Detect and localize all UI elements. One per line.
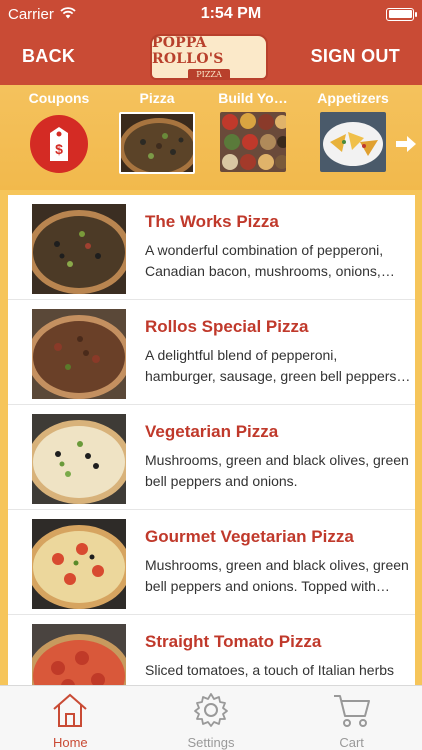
category-coupons[interactable]: Coupons $: [14, 85, 104, 190]
status-bar: Carrier 1:54 PM: [0, 0, 422, 28]
app-logo: POPPA ROLLO'S PIZZA: [150, 34, 268, 80]
carrier-label: Carrier: [8, 5, 54, 23]
list-item[interactable]: Straight Tomato Pizza Sliced tomatoes, a…: [8, 615, 415, 685]
logo-title: POPPA ROLLO'S: [152, 34, 224, 67]
category-appetizers[interactable]: Appetizers: [308, 85, 398, 190]
tab-label: Settings: [187, 735, 235, 750]
list-item[interactable]: Vegetarian Pizza Mushrooms, green and bl…: [8, 405, 415, 510]
item-description: Mushrooms, green and black olives, green…: [145, 452, 409, 489]
tab-label: Cart: [339, 735, 364, 750]
sign-out-button[interactable]: SIGN OUT: [311, 46, 400, 67]
gear-icon: [193, 692, 229, 733]
tab-home[interactable]: Home: [10, 686, 130, 750]
list-item[interactable]: Rollos Special Pizza A delightful blend …: [8, 300, 415, 405]
cart-icon: [332, 692, 372, 733]
item-description: A delightful blend of pepperoni, hamburg…: [145, 347, 401, 384]
category-label: Appetizers: [317, 90, 389, 106]
item-description: Mushrooms, green and black olives, green…: [145, 557, 409, 594]
item-title: Gourmet Vegetarian Pizza: [145, 527, 354, 546]
tab-cart[interactable]: Cart: [292, 686, 412, 750]
item-description: A wonderful combination of pepperoni, Ca…: [145, 242, 384, 279]
appetizers-thumbnail: [320, 112, 386, 172]
category-pizza[interactable]: Pizza: [112, 85, 202, 190]
back-button[interactable]: BACK: [22, 46, 75, 67]
tab-bar: Home Settings Cart: [0, 685, 422, 750]
list-item[interactable]: Gourmet Vegetarian Pizza Mushrooms, gree…: [8, 510, 415, 615]
category-label: Coupons: [28, 90, 90, 106]
category-label: Build Yo…: [218, 90, 288, 106]
item-title: Vegetarian Pizza: [145, 422, 279, 441]
item-title: The Works Pizza: [145, 212, 279, 231]
battery-icon: [386, 7, 417, 21]
svg-text:$: $: [55, 141, 63, 157]
toppings-thumbnail: [220, 112, 286, 172]
category-strip: Coupons $ Pizza Build Yo… Appetizers: [0, 85, 422, 190]
item-title: Straight Tomato Pizza: [145, 632, 322, 651]
item-image: [32, 309, 126, 399]
item-image: [32, 624, 126, 685]
nav-bar: BACK POPPA ROLLO'S PIZZA SIGN OUT: [0, 28, 422, 85]
pizza-thumbnail: [119, 112, 195, 174]
item-title: Rollos Special Pizza: [145, 317, 309, 336]
arrow-right-icon[interactable]: [396, 135, 416, 158]
status-time: 1:54 PM: [200, 5, 262, 22]
tab-settings[interactable]: Settings: [151, 686, 271, 750]
item-image: [32, 204, 126, 294]
item-description: Sliced tomatoes, a touch of Italian herb…: [145, 662, 395, 678]
wifi-icon: [60, 6, 76, 23]
coupon-tag-icon: $: [30, 115, 88, 173]
list-item[interactable]: The Works Pizza A wonderful combination …: [8, 195, 415, 300]
category-build-your-own[interactable]: Build Yo…: [208, 85, 298, 190]
item-image: [32, 414, 126, 504]
home-icon: [51, 692, 89, 733]
menu-list: The Works Pizza A wonderful combination …: [8, 195, 415, 685]
item-image: [32, 519, 126, 609]
category-label: Pizza: [139, 90, 175, 106]
logo-subtitle: PIZZA: [188, 68, 230, 80]
tab-label: Home: [52, 735, 88, 750]
